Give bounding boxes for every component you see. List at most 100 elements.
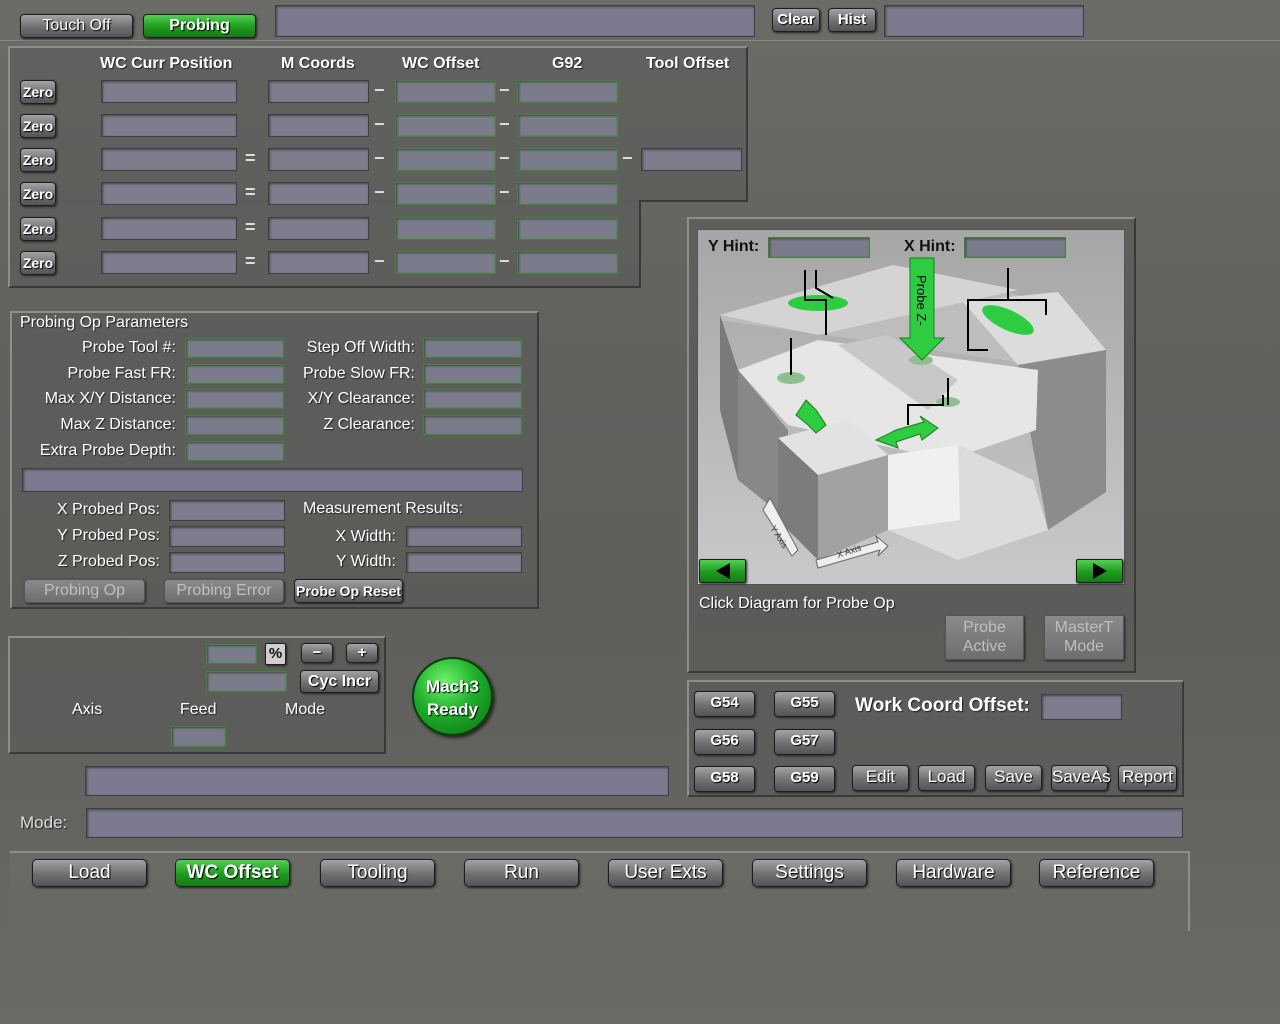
nav-run-button[interactable]: Run bbox=[464, 859, 579, 887]
save-button[interactable]: Save bbox=[985, 765, 1042, 791]
load-offsets-button[interactable]: Load bbox=[918, 765, 975, 791]
wc-curr-position-field[interactable] bbox=[101, 80, 237, 103]
m-coords-field[interactable] bbox=[268, 217, 369, 240]
wc-offset-field[interactable] bbox=[395, 182, 496, 205]
zero-button[interactable]: Zero bbox=[20, 80, 56, 104]
wc-curr-position-field[interactable] bbox=[101, 114, 237, 137]
nav-load-button[interactable]: Load bbox=[32, 859, 147, 887]
g54-button[interactable]: G54 bbox=[694, 691, 755, 717]
measurement-results-label: Measurement Results: bbox=[303, 500, 464, 517]
g58-button[interactable]: G58 bbox=[694, 766, 755, 792]
nav-user-exts-button[interactable]: User Exts bbox=[608, 859, 723, 887]
g55-button[interactable]: G55 bbox=[774, 691, 835, 717]
clear-button[interactable]: Clear bbox=[772, 8, 820, 32]
m-coords-field[interactable] bbox=[268, 114, 369, 137]
wc-curr-position-field[interactable] bbox=[101, 217, 237, 240]
probing-error-button[interactable]: Probing Error bbox=[164, 579, 284, 603]
decrement-button[interactable]: − bbox=[301, 643, 333, 663]
work-coord-offset-field[interactable] bbox=[1041, 694, 1122, 720]
nav-wc-offset-button[interactable]: WC Offset bbox=[175, 859, 290, 887]
probe-active-button[interactable]: Probe Active bbox=[945, 615, 1024, 660]
extra-probe-depth-field[interactable] bbox=[185, 441, 284, 461]
wc-offset-field[interactable] bbox=[395, 114, 496, 137]
m-coords-field[interactable] bbox=[268, 148, 369, 171]
g92-field[interactable] bbox=[517, 217, 618, 240]
xy-clearance-field[interactable] bbox=[423, 389, 522, 409]
mode-label: Mode: bbox=[20, 813, 68, 832]
g92-field[interactable] bbox=[517, 251, 618, 274]
x-hint-field[interactable] bbox=[964, 237, 1066, 258]
m-coords-field[interactable] bbox=[268, 251, 369, 274]
nav-reference-button[interactable]: Reference bbox=[1039, 859, 1154, 887]
hist-button[interactable]: Hist bbox=[828, 8, 876, 32]
wc-curr-position-field[interactable] bbox=[101, 182, 237, 205]
feed-override-field[interactable] bbox=[206, 644, 257, 664]
x-width-field[interactable] bbox=[406, 526, 522, 547]
zero-button[interactable]: Zero bbox=[20, 114, 56, 138]
percent-button[interactable]: % bbox=[265, 643, 286, 665]
g92-field[interactable] bbox=[517, 80, 618, 103]
g56-button[interactable]: G56 bbox=[694, 729, 755, 755]
error-message-field[interactable] bbox=[85, 766, 669, 796]
g59-button[interactable]: G59 bbox=[774, 766, 835, 792]
probe-op-reset-button[interactable]: Probe Op Reset bbox=[294, 579, 403, 603]
header-g92: G92 bbox=[552, 55, 583, 72]
arrow-right-icon bbox=[1092, 563, 1107, 579]
wc-curr-position-field[interactable] bbox=[101, 251, 237, 274]
z-probed-pos-label: Z Probed Pos: bbox=[57, 553, 160, 570]
g92-field[interactable] bbox=[517, 148, 618, 171]
diagram-next-button[interactable] bbox=[1076, 559, 1123, 583]
probe-active-line1: Probe bbox=[963, 619, 1006, 636]
probe-tool-field[interactable] bbox=[185, 338, 284, 358]
probing-message-field[interactable] bbox=[22, 468, 523, 492]
report-button[interactable]: Report bbox=[1118, 765, 1177, 791]
mastert-mode-button[interactable]: MasterT Mode bbox=[1044, 615, 1124, 660]
g57-button[interactable]: G57 bbox=[774, 729, 835, 755]
wc-offset-field[interactable] bbox=[395, 217, 496, 240]
wc-offset-field[interactable] bbox=[395, 148, 496, 171]
max-xy-distance-field[interactable] bbox=[185, 389, 284, 409]
diagram-prev-button[interactable] bbox=[699, 559, 746, 583]
probe-slow-fr-field[interactable] bbox=[423, 364, 522, 384]
step-off-width-field[interactable] bbox=[423, 338, 522, 358]
status-message-field[interactable] bbox=[275, 5, 755, 37]
y-probed-pos-field[interactable] bbox=[169, 526, 285, 547]
wc-offset-field[interactable] bbox=[395, 80, 496, 103]
m-coords-field[interactable] bbox=[268, 80, 369, 103]
touch-off-button[interactable]: Touch Off bbox=[20, 14, 133, 38]
probing-op-button[interactable]: Probing Op bbox=[24, 579, 145, 603]
zero-button[interactable]: Zero bbox=[20, 217, 56, 241]
x-probed-pos-field[interactable] bbox=[169, 500, 285, 521]
m-coords-field[interactable] bbox=[268, 182, 369, 205]
wc-offset-field[interactable] bbox=[395, 251, 496, 274]
z-probed-pos-field[interactable] bbox=[169, 552, 285, 573]
probe-fast-fr-field[interactable] bbox=[185, 364, 284, 384]
saveas-button[interactable]: SaveAs bbox=[1051, 765, 1111, 791]
probe-diagram[interactable]: Probe Z- Y Axis X Axis Y Hint: X Hint: bbox=[697, 229, 1125, 585]
nav-tooling-button[interactable]: Tooling bbox=[320, 859, 435, 887]
history-field[interactable] bbox=[884, 5, 1084, 37]
edit-button[interactable]: Edit bbox=[852, 765, 909, 791]
z-clearance-field[interactable] bbox=[423, 415, 522, 435]
nav-settings-button[interactable]: Settings bbox=[752, 859, 867, 887]
mode-field[interactable] bbox=[86, 808, 1183, 838]
increment-button[interactable]: + bbox=[346, 643, 378, 663]
zero-button[interactable]: Zero bbox=[20, 251, 56, 275]
cyc-incr-button[interactable]: Cyc Incr bbox=[300, 670, 379, 693]
y-width-field[interactable] bbox=[406, 552, 522, 573]
arrow-left-icon bbox=[715, 563, 730, 579]
feed-value-field[interactable] bbox=[171, 726, 226, 747]
g92-field[interactable] bbox=[517, 114, 618, 137]
zero-button[interactable]: Zero bbox=[20, 182, 56, 206]
nav-hardware-button[interactable]: Hardware bbox=[896, 859, 1011, 887]
g92-field[interactable] bbox=[517, 182, 618, 205]
y-hint-field[interactable] bbox=[768, 237, 870, 258]
probe-diagram-graphic: Probe Z- Y Axis X Axis bbox=[720, 257, 1106, 569]
max-z-distance-field[interactable] bbox=[185, 415, 284, 435]
mach3-ready-indicator: Mach3 Ready bbox=[412, 657, 493, 736]
tool-offset-field[interactable] bbox=[641, 148, 742, 171]
zero-button[interactable]: Zero bbox=[20, 148, 56, 172]
cycle-increment-field[interactable] bbox=[206, 671, 287, 692]
probing-button[interactable]: Probing bbox=[143, 14, 256, 38]
wc-curr-position-field[interactable] bbox=[101, 148, 237, 171]
